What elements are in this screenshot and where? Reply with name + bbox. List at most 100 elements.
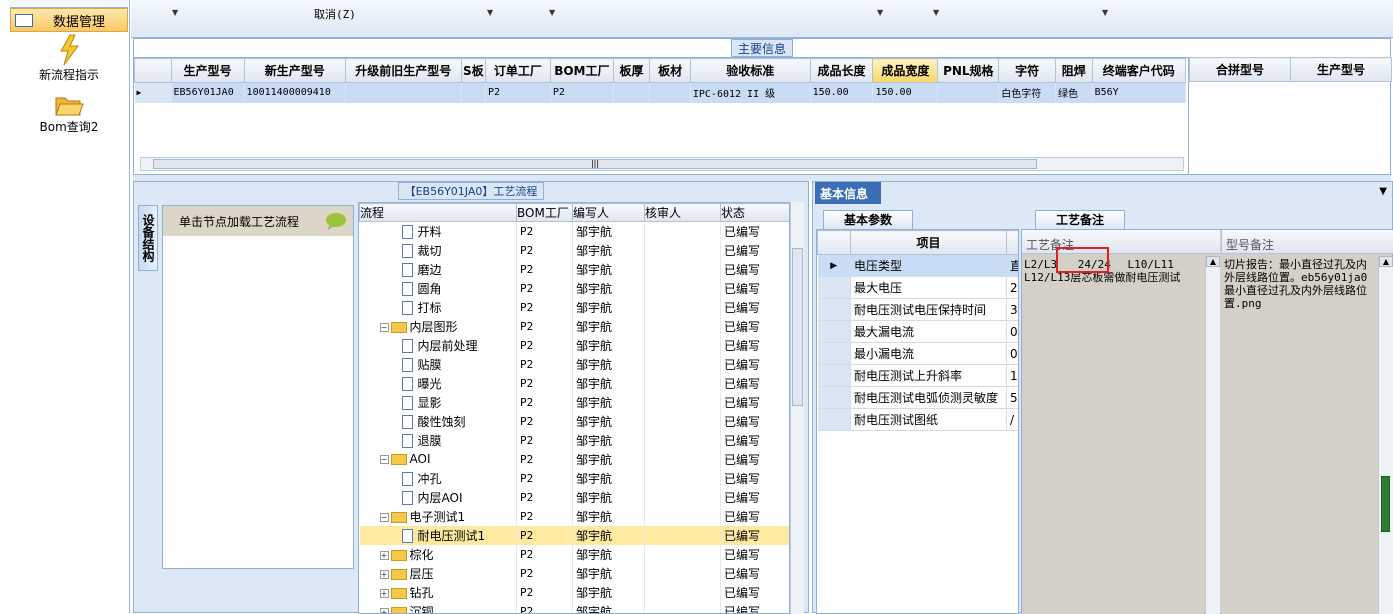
- table-row[interactable]: 最大漏电流0.: [818, 321, 1020, 343]
- tree-row[interactable]: +棕化P2邹宇航已编写: [360, 545, 791, 564]
- vertical-scrollbar[interactable]: ▲: [1378, 256, 1393, 614]
- scrollbar-thumb[interactable]: |||: [153, 159, 1037, 169]
- dropdown-arrow-icon[interactable]: ▼: [877, 8, 883, 17]
- column-header[interactable]: 生产型号: [171, 59, 244, 83]
- column-header[interactable]: 项目: [851, 231, 1007, 255]
- tree-row[interactable]: 裁切P2邹宇航已编写: [360, 241, 791, 260]
- folder-icon: [391, 512, 407, 523]
- table-row[interactable]: 耐电压测试图纸/: [818, 409, 1020, 431]
- load-hint-bar[interactable]: 单击节点加载工艺流程: [163, 206, 353, 236]
- tab-process-notes[interactable]: 工艺备注: [1035, 210, 1125, 229]
- column-header[interactable]: 订单工厂: [485, 59, 550, 83]
- tree-row[interactable]: −内层图形P2邹宇航已编写: [360, 317, 791, 336]
- expand-toggle-icon[interactable]: +: [380, 551, 389, 560]
- horizontal-scrollbar[interactable]: |||: [140, 157, 1184, 171]
- vertical-scrollbar[interactable]: [790, 202, 804, 614]
- table-row[interactable]: ▶电压类型直: [818, 255, 1020, 277]
- dropdown-arrow-icon[interactable]: ▼: [933, 8, 939, 17]
- column-header[interactable]: PNL规格: [938, 59, 999, 83]
- tree-node: 耐电压测试1: [360, 526, 517, 545]
- param-value[interactable]: /: [1007, 409, 1020, 431]
- expand-toggle-icon[interactable]: +: [380, 570, 389, 579]
- tree-row[interactable]: 贴膜P2邹宇航已编写: [360, 355, 791, 374]
- param-value[interactable]: 0.: [1007, 321, 1020, 343]
- column-header[interactable]: 板厚: [613, 59, 650, 83]
- column-header[interactable]: 字符: [999, 59, 1056, 83]
- expand-toggle-icon[interactable]: −: [380, 323, 389, 332]
- column-header[interactable]: 状态: [721, 204, 791, 222]
- tree-row[interactable]: 显影P2邹宇航已编写: [360, 393, 791, 412]
- param-value[interactable]: 30: [1007, 299, 1020, 321]
- tree-row[interactable]: 冲孔P2邹宇航已编写: [360, 469, 791, 488]
- tree-row[interactable]: 圆角P2邹宇航已编写: [360, 279, 791, 298]
- table-row[interactable]: ▶EB56Y01JA010011400009410P2P2IPC-6012 II…: [135, 83, 1186, 103]
- cancel-button[interactable]: 取消(Z): [314, 6, 356, 22]
- dropdown-arrow-icon[interactable]: ▼: [549, 8, 555, 17]
- column-header[interactable]: 新生产型号: [244, 59, 345, 83]
- tree-node-label: 耐电压测试1: [418, 529, 486, 543]
- nav-item-bom-query[interactable]: Bom查询2: [10, 92, 128, 135]
- tree-row[interactable]: 退膜P2邹宇航已编写: [360, 431, 791, 450]
- param-value[interactable]: 10: [1007, 365, 1020, 387]
- tab-basic-params[interactable]: 基本参数: [823, 210, 913, 229]
- tree-row[interactable]: 内层AOIP2邹宇航已编写: [360, 488, 791, 507]
- tree-row[interactable]: +钻孔P2邹宇航已编写: [360, 583, 791, 602]
- table-row[interactable]: 最小漏电流0.: [818, 343, 1020, 365]
- table-row[interactable]: 耐电压测试上升斜率10: [818, 365, 1020, 387]
- column-header[interactable]: BOM工厂: [550, 59, 613, 83]
- scroll-up-icon[interactable]: ▲: [1379, 256, 1393, 267]
- dropdown-arrow-icon[interactable]: ▼: [172, 8, 178, 17]
- tree-row[interactable]: 打标P2邹宇航已编写: [360, 298, 791, 317]
- tree-row[interactable]: +层压P2邹宇航已编写: [360, 564, 791, 583]
- tab-equipment-structure[interactable]: 设备结构: [138, 205, 158, 271]
- expand-toggle-icon[interactable]: −: [380, 513, 389, 522]
- scrollbar-thumb[interactable]: [792, 248, 803, 406]
- scrollbar-thumb[interactable]: [1381, 476, 1390, 532]
- dropdown-arrow-icon[interactable]: ▼: [1379, 186, 1387, 197]
- table-cell: 已编写: [721, 355, 791, 374]
- column-header[interactable]: 阻焊: [1056, 59, 1093, 83]
- column-header[interactable]: 终端客户代码: [1092, 59, 1185, 83]
- column-header[interactable]: 流程: [360, 204, 517, 222]
- nav-item-new-process[interactable]: 新流程指示: [10, 34, 128, 83]
- tree-row[interactable]: 开料P2邹宇航已编写: [360, 222, 791, 241]
- tree-row[interactable]: 内层前处理P2邹宇航已编写: [360, 336, 791, 355]
- vertical-scrollbar[interactable]: ▲: [1205, 256, 1220, 614]
- column-header[interactable]: 核审人: [645, 204, 721, 222]
- nav-item-data-management[interactable]: 数据管理: [10, 8, 128, 32]
- column-header[interactable]: 合拼型号: [1190, 58, 1291, 82]
- process-notes-text[interactable]: L2/L3 24/24 L10/L11 L12/L13层芯板需做耐电压测试: [1022, 256, 1204, 614]
- column-header[interactable]: 成品宽度: [873, 59, 938, 83]
- dropdown-arrow-icon[interactable]: ▼: [1102, 8, 1108, 17]
- model-notes-text[interactable]: 切片报告：最小直径过孔及内外层线路位置。eb56y01ja0最小直径过孔及内外层…: [1222, 256, 1378, 614]
- tree-row[interactable]: 耐电压测试1P2邹宇航已编写: [360, 526, 791, 545]
- tree-row[interactable]: +沉铜P2邹宇航已编写: [360, 602, 791, 614]
- tree-row[interactable]: −电子测试1P2邹宇航已编写: [360, 507, 791, 526]
- column-header[interactable]: 生产型号: [1291, 58, 1392, 82]
- column-header[interactable]: 成品长度: [810, 59, 873, 83]
- param-value[interactable]: 0.: [1007, 343, 1020, 365]
- column-header[interactable]: 编写人: [573, 204, 645, 222]
- param-value[interactable]: 5: [1007, 387, 1020, 409]
- tree-row[interactable]: 曝光P2邹宇航已编写: [360, 374, 791, 393]
- dropdown-arrow-icon[interactable]: ▼: [487, 8, 493, 17]
- expand-toggle-icon[interactable]: +: [380, 608, 389, 614]
- row-header: ▶: [818, 255, 851, 277]
- column-header[interactable]: 升级前旧生产型号: [345, 59, 461, 83]
- expand-toggle-icon[interactable]: +: [380, 589, 389, 598]
- tree-row[interactable]: 酸性蚀刻P2邹宇航已编写: [360, 412, 791, 431]
- column-header[interactable]: S板: [461, 59, 485, 83]
- column-header[interactable]: 板材: [650, 59, 691, 83]
- scroll-up-icon[interactable]: ▲: [1206, 256, 1220, 267]
- column-header[interactable]: BOM工厂: [517, 204, 573, 222]
- table-row[interactable]: 最大电压25: [818, 277, 1020, 299]
- nav-item-label: 新流程指示: [10, 66, 128, 83]
- expand-toggle-icon[interactable]: −: [380, 455, 389, 464]
- table-row[interactable]: 耐电压测试电弧侦测灵敏度5: [818, 387, 1020, 409]
- tree-row[interactable]: 磨边P2邹宇航已编写: [360, 260, 791, 279]
- tree-row[interactable]: −AOIP2邹宇航已编写: [360, 450, 791, 469]
- param-value[interactable]: 25: [1007, 277, 1020, 299]
- param-value[interactable]: 直: [1007, 255, 1020, 277]
- column-header[interactable]: 验收标准: [690, 59, 810, 83]
- table-row[interactable]: 耐电压测试电压保持时间30: [818, 299, 1020, 321]
